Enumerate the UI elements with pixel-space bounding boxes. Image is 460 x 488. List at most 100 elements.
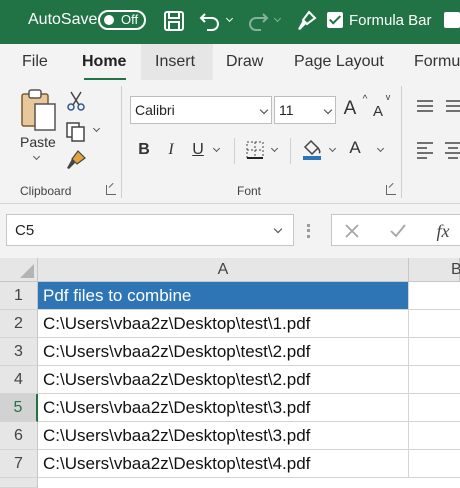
- chevron-down-icon: [273, 224, 283, 234]
- italic-button[interactable]: I: [162, 138, 180, 162]
- chevron-down-icon: [323, 105, 333, 115]
- undo-dropdown-icon[interactable]: [225, 14, 234, 23]
- formula-bar: C5 fx: [0, 204, 460, 258]
- column-header-b[interactable]: B: [409, 258, 460, 282]
- row-header-selected[interactable]: 5: [0, 394, 38, 422]
- cut-icon[interactable]: [66, 90, 86, 112]
- ribbon: Paste Clipboard Calibri 11 A ^ A v B I U: [0, 80, 460, 204]
- copy-icon[interactable]: [64, 120, 88, 144]
- row-header[interactable]: 7: [0, 450, 38, 478]
- align-left-icon[interactable]: [414, 138, 436, 160]
- row-header[interactable]: 1: [0, 282, 38, 310]
- select-all-corner[interactable]: [0, 258, 38, 282]
- font-color-button[interactable]: A: [346, 136, 364, 160]
- underline-dropdown-icon[interactable]: [212, 144, 221, 153]
- formula-controls: fx: [331, 214, 460, 246]
- font-dialog-launcher-icon[interactable]: [386, 185, 396, 195]
- tab-page-layout[interactable]: Page Layout: [294, 53, 384, 71]
- row-header[interactable]: 4: [0, 366, 38, 394]
- undo-icon[interactable]: [198, 9, 222, 33]
- cell-b7[interactable]: [409, 450, 460, 478]
- separator: [290, 138, 291, 164]
- borders-icon[interactable]: [244, 138, 266, 162]
- shrink-font-button[interactable]: A: [370, 100, 386, 122]
- borders-dropdown-icon[interactable]: [270, 144, 279, 153]
- clipboard-group-label: Clipboard: [20, 184, 72, 198]
- grow-font-arrow-icon: ^: [362, 93, 368, 105]
- fill-color-dropdown-icon[interactable]: [328, 144, 337, 153]
- row-header[interactable]: 3: [0, 338, 38, 366]
- top-align-icon[interactable]: [414, 96, 436, 118]
- font-group-label: Font: [237, 184, 262, 198]
- cell-b6[interactable]: [409, 422, 460, 450]
- redo-icon[interactable]: [246, 9, 270, 33]
- font-color-dropdown-icon[interactable]: [376, 144, 385, 153]
- toggle-knob: [104, 15, 114, 25]
- cancel-icon[interactable]: [342, 221, 362, 241]
- format-painter-icon[interactable]: [294, 9, 318, 33]
- separator: [234, 138, 235, 164]
- insert-function-button[interactable]: fx: [432, 220, 454, 242]
- bold-button[interactable]: B: [134, 138, 154, 162]
- row-header[interactable]: 2: [0, 310, 38, 338]
- formula-bar-label: Formula Bar: [349, 12, 432, 29]
- shrink-font-arrow-icon: v: [385, 92, 391, 102]
- underline-button[interactable]: U: [188, 138, 208, 162]
- tab-file[interactable]: File: [22, 53, 48, 71]
- grow-font-glyph: A: [343, 98, 357, 119]
- formula-bar-checkbox[interactable]: [327, 12, 343, 28]
- paste-icon[interactable]: [18, 88, 58, 132]
- cell-a3[interactable]: C:\Users\vbaa2z\Desktop\test\2.pdf: [38, 338, 409, 366]
- cell-b2[interactable]: [409, 310, 460, 338]
- bold-glyph: B: [138, 141, 150, 158]
- autosave-label: AutoSave: [28, 11, 98, 28]
- group-separator: [401, 86, 402, 198]
- splitter-handle[interactable]: [307, 224, 310, 238]
- tab-draw[interactable]: Draw: [226, 53, 263, 71]
- chevron-down-icon: [259, 105, 269, 115]
- middle-align-icon[interactable]: [444, 96, 460, 118]
- cell-a4[interactable]: C:\Users\vbaa2z\Desktop\test\2.pdf: [38, 366, 409, 394]
- paste-dropdown-icon[interactable]: [32, 152, 41, 161]
- redo-dropdown-icon[interactable]: [273, 14, 282, 23]
- spreadsheet-grid: A B 1 Pdf files to combine 2 C:\Users\vb…: [0, 258, 460, 488]
- cell-a1[interactable]: Pdf files to combine: [38, 282, 409, 310]
- column-header-a[interactable]: A: [38, 258, 409, 282]
- enter-check-icon[interactable]: [388, 221, 408, 241]
- cell-a6[interactable]: C:\Users\vbaa2z\Desktop\test\3.pdf: [38, 422, 409, 450]
- autosave-toggle[interactable]: Off: [98, 10, 146, 30]
- cell-b4[interactable]: [409, 366, 460, 394]
- cell-b1[interactable]: [409, 282, 460, 310]
- cell-a5[interactable]: C:\Users\vbaa2z\Desktop\test\3.pdf: [38, 394, 409, 422]
- ribbon-tabs: File Home Insert Draw Page Layout Formu: [0, 44, 460, 81]
- title-bar: AutoSave Off Formula Bar: [0, 0, 460, 44]
- copy-dropdown-icon[interactable]: [92, 124, 101, 133]
- shrink-font-glyph: A: [372, 102, 383, 120]
- font-size-value: 11: [279, 102, 294, 118]
- format-painter-ribbon-icon[interactable]: [64, 148, 88, 172]
- name-box-value: C5: [15, 222, 35, 239]
- paste-label[interactable]: Paste: [20, 134, 56, 150]
- underline-glyph: U: [192, 141, 204, 158]
- font-name-select[interactable]: Calibri: [130, 96, 272, 124]
- row-header-partial[interactable]: [0, 478, 38, 488]
- cell-a7[interactable]: C:\Users\vbaa2z\Desktop\test\4.pdf: [38, 450, 409, 478]
- autosave-state: Off: [121, 12, 139, 27]
- save-icon[interactable]: [162, 9, 186, 33]
- clipboard-dialog-launcher-icon[interactable]: [106, 185, 116, 195]
- tab-home[interactable]: Home: [82, 53, 126, 71]
- tab-insert[interactable]: Insert: [155, 53, 195, 71]
- grow-font-button[interactable]: A: [340, 96, 360, 122]
- fill-color-icon[interactable]: [300, 136, 324, 162]
- align-center-icon[interactable]: [444, 138, 460, 160]
- row-header[interactable]: 6: [0, 422, 38, 450]
- cell-b3[interactable]: [409, 338, 460, 366]
- font-size-select[interactable]: 11: [274, 96, 336, 124]
- name-box[interactable]: C5: [6, 214, 294, 246]
- next-checkbox[interactable]: [444, 12, 460, 28]
- font-name-value: Calibri: [135, 102, 175, 118]
- italic-glyph: I: [168, 141, 174, 158]
- tab-formulas[interactable]: Formu: [414, 53, 460, 71]
- cell-a2[interactable]: C:\Users\vbaa2z\Desktop\test\1.pdf: [38, 310, 409, 338]
- cell-b5[interactable]: [409, 394, 460, 422]
